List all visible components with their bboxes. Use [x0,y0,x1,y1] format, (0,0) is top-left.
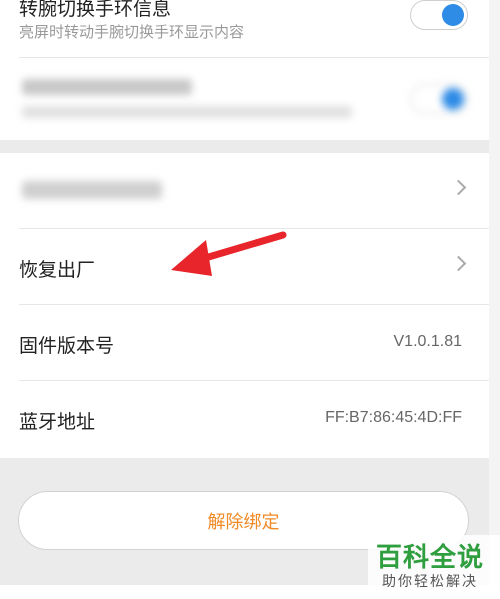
watermark-title: 百科全说 [376,543,485,573]
watermark-subtitle: 助你轻松解决 [382,574,478,590]
arrow-head [171,240,212,276]
annotation-arrow [171,231,287,276]
watermark: 百科全说 助你轻松解决 [368,535,500,599]
